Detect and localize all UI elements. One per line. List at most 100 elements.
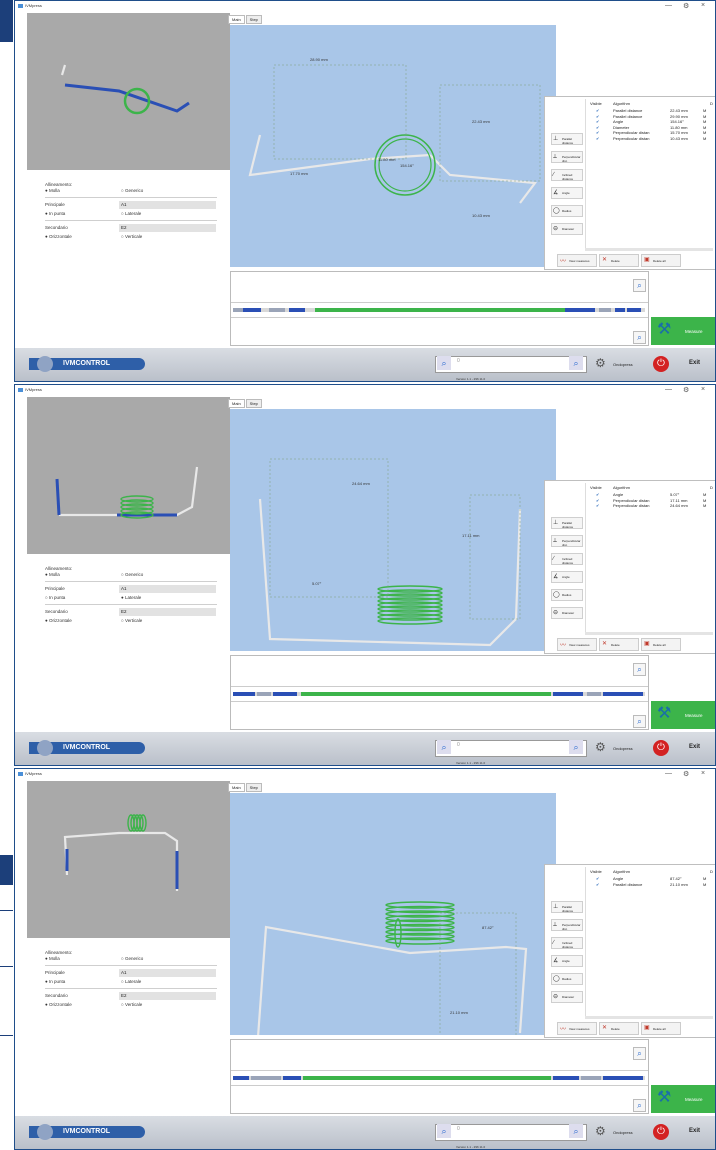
action-button[interactable]: ✕ Delete bbox=[599, 1022, 639, 1035]
radio-secondary-a[interactable]: ● Orizzontale bbox=[45, 1002, 72, 1007]
radio-secondary-a[interactable]: ● Orizzontale bbox=[45, 234, 72, 239]
radio-primary-b[interactable]: ○ Laterale bbox=[121, 211, 141, 216]
exit-button[interactable]: Exit bbox=[675, 1122, 713, 1142]
table-row[interactable]: ✔ Angle 5.07° M bbox=[586, 492, 715, 497]
secondary-select[interactable]: E2 bbox=[119, 992, 216, 1000]
search-icon[interactable]: ⌕ bbox=[437, 356, 451, 370]
zoom-out-button[interactable]: ⌕ bbox=[633, 331, 646, 344]
primary-select[interactable]: A1 bbox=[119, 585, 216, 593]
controller-button[interactable]: ⚙ Ondopress bbox=[593, 354, 645, 374]
tool-button[interactable]: ⊖ Diameter bbox=[551, 223, 583, 235]
radio-secondary-b[interactable]: ○ Verticale bbox=[121, 1002, 142, 1007]
power-button[interactable]: ⏻ bbox=[653, 740, 669, 756]
primary-select[interactable]: A1 bbox=[119, 969, 216, 977]
tool-button[interactable]: ◯ Radius bbox=[551, 589, 583, 601]
tool-button[interactable]: ⊥ Parallel distance bbox=[551, 517, 583, 529]
table-row[interactable]: ✔ Angle 87.42° M bbox=[586, 876, 715, 881]
radio-primary-a[interactable]: ○ In punta bbox=[45, 595, 65, 600]
radio-primary-b[interactable]: ● Laterale bbox=[121, 595, 141, 600]
tool-button[interactable]: ∡ Angle bbox=[551, 955, 583, 967]
action-button[interactable]: 〰 View measures bbox=[557, 254, 597, 267]
visible-check-icon[interactable]: ✔ bbox=[596, 108, 599, 113]
visible-check-icon[interactable]: ✔ bbox=[596, 876, 599, 881]
tool-button[interactable]: ∕ Inclined distance bbox=[551, 937, 583, 949]
tool-button[interactable]: ⟂ Perpendicular dist. bbox=[551, 151, 583, 163]
measure-button[interactable]: ⚒ Measure bbox=[651, 701, 715, 729]
zoom-out-button[interactable]: ⌕ bbox=[633, 1099, 646, 1112]
radio-mode-b[interactable]: ○ Generico bbox=[121, 572, 143, 577]
table-row[interactable]: ✔ Angle 154.16° M bbox=[586, 119, 715, 124]
tool-button[interactable]: ∕ Inclined distance bbox=[551, 169, 583, 181]
action-button[interactable]: 〰 View measures bbox=[557, 638, 597, 651]
visible-check-icon[interactable]: ✔ bbox=[596, 492, 599, 497]
action-button[interactable]: ✕ Delete bbox=[599, 254, 639, 267]
tool-button[interactable]: ⊖ Diameter bbox=[551, 607, 583, 619]
visible-check-icon[interactable]: ✔ bbox=[596, 125, 599, 130]
tab-step[interactable]: Step bbox=[245, 783, 262, 792]
visible-check-icon[interactable]: ✔ bbox=[596, 130, 599, 135]
visible-check-icon[interactable]: ✔ bbox=[596, 136, 599, 141]
radio-mode-a[interactable]: ● Molla bbox=[45, 572, 60, 577]
measurement-canvas[interactable]: 87.42° 21.10 mm bbox=[230, 793, 556, 1035]
radio-primary-a[interactable]: ● In punta bbox=[45, 979, 65, 984]
tool-button[interactable]: ⟂ Perpendicular dist. bbox=[551, 535, 583, 547]
table-row[interactable]: ✔ Diameter 11.80 mm M bbox=[586, 125, 715, 130]
gear-icon[interactable]: ⚙ bbox=[683, 770, 689, 778]
measurement-canvas[interactable]: 24.64 mm 17.11 mm 5.07° bbox=[230, 409, 556, 651]
zoom-in-button[interactable]: ⌕ bbox=[633, 663, 646, 676]
radio-secondary-b[interactable]: ○ Verticale bbox=[121, 234, 142, 239]
tool-button[interactable]: ∡ Angle bbox=[551, 187, 583, 199]
radio-mode-a[interactable]: ● Molla bbox=[45, 188, 60, 193]
search-icon[interactable]: ⌕ bbox=[437, 1124, 451, 1138]
radio-mode-a[interactable]: ● Molla bbox=[45, 956, 60, 961]
radio-mode-b[interactable]: ○ Generico bbox=[121, 188, 143, 193]
action-button[interactable]: 〰 View measures bbox=[557, 1022, 597, 1035]
table-row[interactable]: ✔ Parallel distance 22.43 mm M bbox=[586, 108, 715, 113]
action-button[interactable]: ▣ Delete all bbox=[641, 1022, 681, 1035]
visible-check-icon[interactable]: ✔ bbox=[596, 498, 599, 503]
tab-main[interactable]: Main bbox=[228, 15, 245, 24]
3d-viewport[interactable] bbox=[27, 781, 230, 938]
close-button[interactable]: × bbox=[701, 2, 705, 9]
table-row[interactable]: ✔ Parallel distance 21.10 mm M bbox=[586, 882, 715, 887]
results-scrollbar[interactable] bbox=[585, 632, 713, 635]
measurement-canvas[interactable]: 28.90 mm 22.43 mm 17.70 mm 11.80 mm 154.16° 1… bbox=[230, 25, 556, 267]
tool-button[interactable]: ∕ Inclined distance bbox=[551, 553, 583, 565]
gear-icon[interactable]: ⚙ bbox=[683, 2, 689, 10]
secondary-select[interactable]: E2 bbox=[119, 608, 216, 616]
close-button[interactable]: × bbox=[701, 770, 705, 777]
tab-main[interactable]: Main bbox=[228, 783, 245, 792]
action-button[interactable]: ▣ Delete all bbox=[641, 254, 681, 267]
close-button[interactable]: × bbox=[701, 386, 705, 393]
visible-check-icon[interactable]: ✔ bbox=[596, 882, 599, 887]
results-scrollbar[interactable] bbox=[585, 248, 713, 251]
radio-mode-b[interactable]: ○ Generico bbox=[121, 956, 143, 961]
search-button[interactable]: ⌕ bbox=[569, 740, 583, 754]
tab-step[interactable]: Step bbox=[245, 15, 262, 24]
minimize-button[interactable]: — bbox=[665, 770, 672, 777]
tool-button[interactable]: ⟂ Perpendicular dist. bbox=[551, 919, 583, 931]
visible-check-icon[interactable]: ✔ bbox=[596, 119, 599, 124]
3d-viewport[interactable] bbox=[27, 397, 230, 554]
measure-button[interactable]: ⚒ Measure bbox=[651, 1085, 715, 1113]
measure-button[interactable]: ⚒ Measure bbox=[651, 317, 715, 345]
radio-primary-a[interactable]: ● In punta bbox=[45, 211, 65, 216]
zoom-out-button[interactable]: ⌕ bbox=[633, 715, 646, 728]
zoom-in-button[interactable]: ⌕ bbox=[633, 279, 646, 292]
radio-secondary-a[interactable]: ● Orizzontale bbox=[45, 618, 72, 623]
tool-button[interactable]: ◯ Radius bbox=[551, 205, 583, 217]
tab-step[interactable]: Step bbox=[245, 399, 262, 408]
tool-button[interactable]: ∡ Angle bbox=[551, 571, 583, 583]
secondary-select[interactable]: E2 bbox=[119, 224, 216, 232]
controller-button[interactable]: ⚙ Ondopress bbox=[593, 738, 645, 758]
power-button[interactable]: ⏻ bbox=[653, 356, 669, 372]
table-row[interactable]: ✔ Perpendicular distan 17.11 mm M bbox=[586, 498, 715, 503]
tool-button[interactable]: ⊖ Diameter bbox=[551, 991, 583, 1003]
table-row[interactable]: ✔ Parallel distance 29.90 mm M bbox=[586, 114, 715, 119]
minimize-button[interactable]: — bbox=[665, 2, 672, 9]
radio-secondary-b[interactable]: ○ Verticale bbox=[121, 618, 142, 623]
3d-viewport[interactable] bbox=[27, 13, 230, 170]
table-row[interactable]: ✔ Perpendicular distan 24.64 mm M bbox=[586, 503, 715, 508]
tool-button[interactable]: ⊥ Parallel distance bbox=[551, 133, 583, 145]
tab-main[interactable]: Main bbox=[228, 399, 245, 408]
